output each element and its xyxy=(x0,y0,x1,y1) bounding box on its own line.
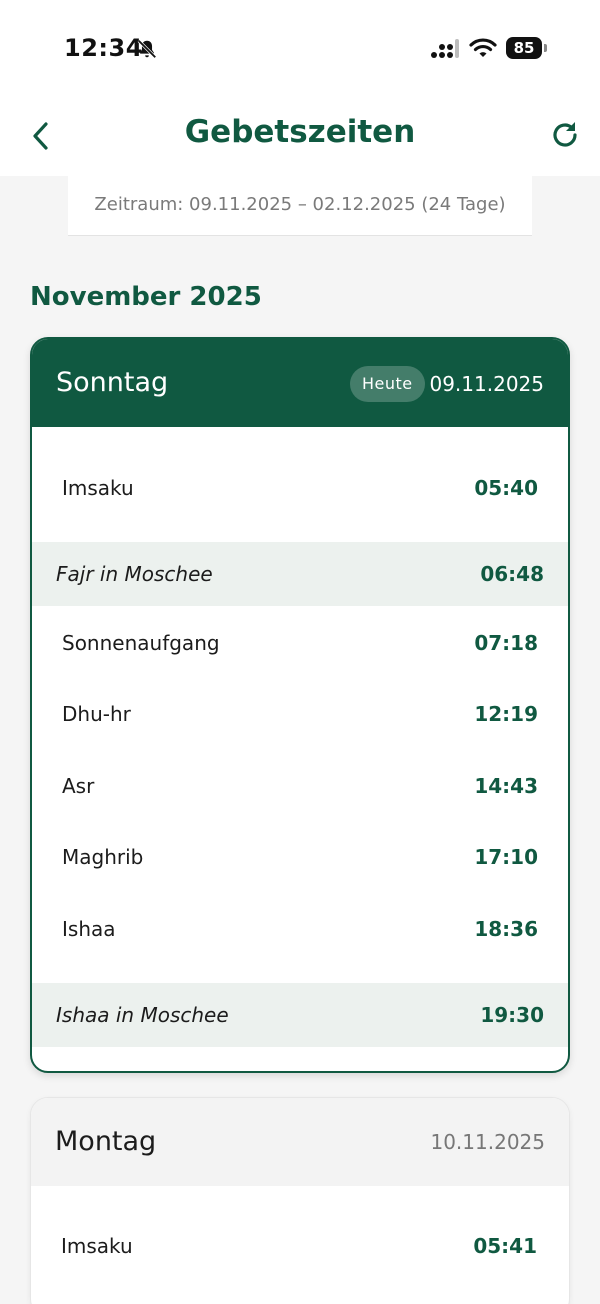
month-heading: November 2025 xyxy=(30,282,262,312)
day-date: 09.11.2025 xyxy=(429,372,544,396)
day-card-header: Sonntag Heute 09.11.2025 xyxy=(32,339,568,427)
prayer-time: 19:30 xyxy=(480,1003,544,1027)
prayer-name: Maghrib xyxy=(62,845,144,869)
prayer-time: 14:43 xyxy=(474,774,538,798)
prayer-row-ishaa: Ishaa 18:36 xyxy=(32,897,568,961)
prayer-name: Ishaa xyxy=(62,917,116,941)
day-card-today: Sonntag Heute 09.11.2025 Imsaku 05:40 Fa… xyxy=(30,337,570,1073)
cellular-signal-icon xyxy=(431,39,459,58)
prayer-row-dhuhr: Dhu-hr 12:19 xyxy=(32,682,568,746)
prayer-name: Fajr in Moschee xyxy=(56,562,213,586)
wifi-icon xyxy=(469,38,497,57)
prayer-time: 06:48 xyxy=(480,562,544,586)
prayer-time: 18:36 xyxy=(474,917,538,941)
prayer-row-imsaku: Imsaku 05:41 xyxy=(31,1214,567,1278)
prayer-time: 12:19 xyxy=(474,702,538,726)
prayer-name: Imsaku xyxy=(61,1234,133,1258)
page-title: Gebetszeiten xyxy=(184,114,416,150)
date-range-label: Zeitraum: 09.11.2025 – 02.12.2025 (24 Ta… xyxy=(68,176,532,236)
prayer-name: Dhu-hr xyxy=(62,702,131,726)
day-card: Montag 10.11.2025 Imsaku 05:41 xyxy=(30,1097,570,1304)
prayer-name: Asr xyxy=(62,774,95,798)
prayer-row-maghrib: Maghrib 17:10 xyxy=(32,825,568,889)
prayer-name: Sonnenaufgang xyxy=(62,631,220,655)
prayer-row-ishaa-mosque: Ishaa in Moschee 19:30 xyxy=(32,983,568,1047)
day-card-header: Montag 10.11.2025 xyxy=(31,1098,569,1186)
refresh-icon[interactable] xyxy=(548,118,582,152)
prayer-row-imsaku: Imsaku 05:40 xyxy=(32,456,568,520)
prayer-row-asr: Asr 14:43 xyxy=(32,754,568,818)
prayer-time: 07:18 xyxy=(474,631,538,655)
day-date: 10.11.2025 xyxy=(430,1130,545,1154)
prayer-time: 17:10 xyxy=(474,845,538,869)
app-bar: Gebetszeiten xyxy=(0,96,600,176)
day-name: Sonntag xyxy=(56,367,169,398)
status-bar: 12:34 85 xyxy=(0,0,600,96)
prayer-time: 05:40 xyxy=(474,476,538,500)
status-time: 12:34 xyxy=(64,34,143,62)
prayer-name: Ishaa in Moschee xyxy=(56,1003,229,1027)
today-badge: Heute xyxy=(350,366,425,402)
day-name: Montag xyxy=(55,1126,157,1157)
bell-slash-icon xyxy=(137,39,157,59)
prayer-row-fajr-mosque: Fajr in Moschee 06:48 xyxy=(32,542,568,606)
prayer-name: Imsaku xyxy=(62,476,134,500)
battery-level: 85 xyxy=(513,39,535,57)
prayer-time: 05:41 xyxy=(473,1234,537,1258)
battery-icon: 85 xyxy=(506,37,547,59)
prayer-row-sunrise: Sonnenaufgang 07:18 xyxy=(32,611,568,675)
